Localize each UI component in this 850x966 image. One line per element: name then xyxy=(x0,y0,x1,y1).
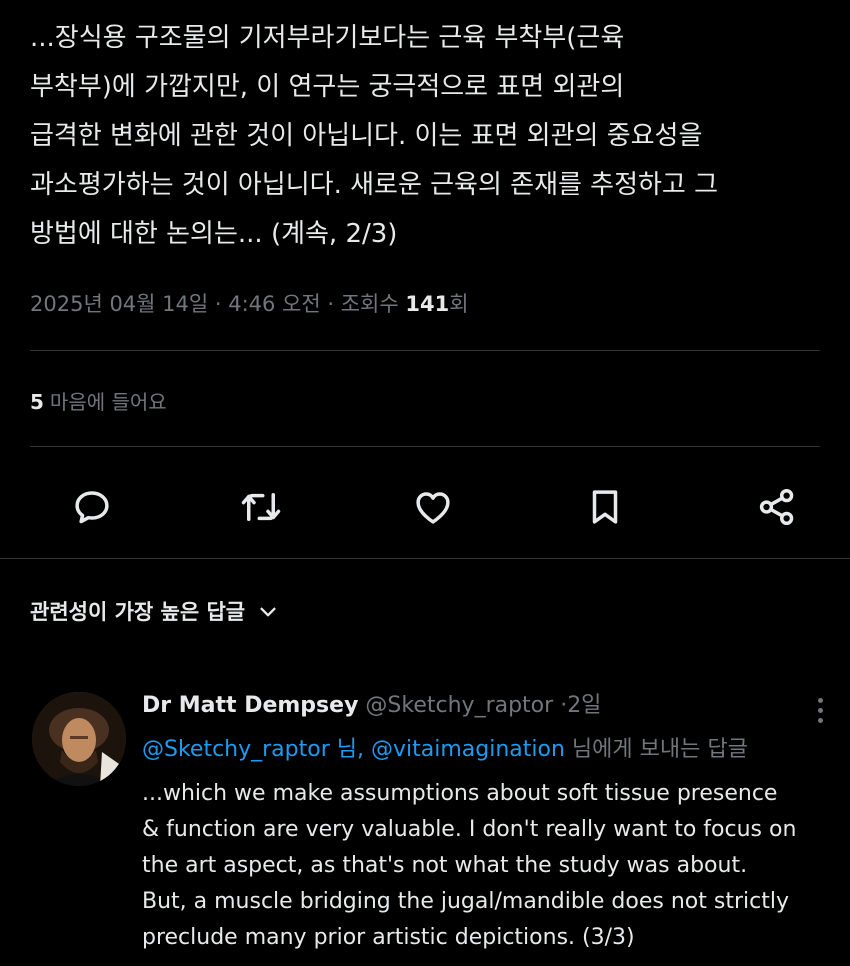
reply-bubble-icon xyxy=(75,491,109,524)
reply-tweet[interactable]: Dr Matt Dempsey @Sketchy_raptor ·2일 @Ske… xyxy=(0,680,850,966)
tweet-text-line: ...장식용 구조물의 기저부라기보다는 근육 부착부(근육 xyxy=(30,23,625,53)
reply-text-line: ...which we make assumptions about soft … xyxy=(142,781,778,806)
tweet-text-line: 과소평가하는 것이 아닙니다. 새로운 근육의 존재를 추정하고 그 xyxy=(30,170,719,200)
tweet-text-line: 부착부)에 가깝지만, 이 연구는 궁극적으로 표면 외관의 xyxy=(30,72,625,102)
retweet-icon xyxy=(241,493,281,521)
mention-link[interactable]: @Sketchy_raptor 님, xyxy=(142,737,364,762)
reply-button[interactable] xyxy=(63,478,121,536)
likes-summary[interactable]: 5 마음에 들어요 xyxy=(30,384,167,420)
share-icon xyxy=(759,488,794,526)
divider xyxy=(30,446,820,447)
tweet-text-line: 급격한 변화에 관한 것이 아닙니다. 이는 표면 외관의 중요성을 xyxy=(30,121,703,151)
tweet-meta: 2025년 04월 14일 · 4:46 오전 · 조회수 141회 xyxy=(30,284,469,324)
views-count: 141 xyxy=(405,292,450,316)
tweet-text-line: 방법에 대한 논의는... (계속, 2/3) xyxy=(30,219,398,249)
avatar-image xyxy=(32,692,126,786)
reply-header: Dr Matt Dempsey @Sketchy_raptor ·2일 xyxy=(142,686,601,726)
replies-sort-label: 관련성이 가장 높은 답글 xyxy=(30,600,246,624)
avatar[interactable] xyxy=(32,692,126,786)
retweet-button[interactable] xyxy=(232,478,290,536)
reply-text-line: preclude many prior artistic depictions.… xyxy=(142,925,635,950)
tweet-detail-page: ...장식용 구조물의 기저부라기보다는 근육 부착부(근육 부착부)에 가깝지… xyxy=(0,0,850,966)
views-label: 회 xyxy=(449,292,469,316)
mention-link[interactable]: @vitaimagination xyxy=(371,737,565,762)
tweet-timestamp[interactable]: 2025년 04월 14일 · 4:46 오전 · 조회수 xyxy=(30,292,405,316)
chevron-down-icon xyxy=(257,601,279,623)
replying-to-label: 님에게 보내는 답글 xyxy=(571,737,748,762)
reply-text-line: But, a muscle bridging the jugal/mandibl… xyxy=(142,889,789,914)
likes-label: 마음에 들어요 xyxy=(49,390,167,414)
divider xyxy=(0,558,850,559)
tweet-action-bar xyxy=(0,478,850,536)
more-options-button[interactable] xyxy=(806,692,834,728)
more-dot xyxy=(817,707,823,713)
likes-count: 5 xyxy=(30,390,44,414)
reply-timestamp[interactable]: 2일 xyxy=(567,693,601,718)
bookmark-button[interactable] xyxy=(576,478,634,536)
reply-text-line: & function are very valuable. I don't re… xyxy=(142,817,797,842)
like-button[interactable] xyxy=(404,478,462,536)
reply-text: ...which we make assumptions about soft … xyxy=(142,776,842,956)
reply-text-line: the art aspect, as that's not what the s… xyxy=(142,853,748,878)
reply-author-name[interactable]: Dr Matt Dempsey xyxy=(142,693,358,718)
reply-author-handle[interactable]: @Sketchy_raptor xyxy=(365,693,553,718)
more-dot xyxy=(817,697,823,703)
heart-icon xyxy=(416,492,450,524)
replying-to-line: @Sketchy_raptor 님, @vitaimagination 님에게 … xyxy=(142,730,748,770)
more-dot xyxy=(817,717,823,723)
replies-sort-dropdown[interactable]: 관련성이 가장 높은 답글 xyxy=(30,592,279,632)
bookmark-icon xyxy=(592,490,618,524)
share-button[interactable] xyxy=(748,478,806,536)
divider xyxy=(30,350,820,351)
tweet-text: ...장식용 구조물의 기저부라기보다는 근육 부착부(근육 부착부)에 가깝지… xyxy=(30,14,830,259)
